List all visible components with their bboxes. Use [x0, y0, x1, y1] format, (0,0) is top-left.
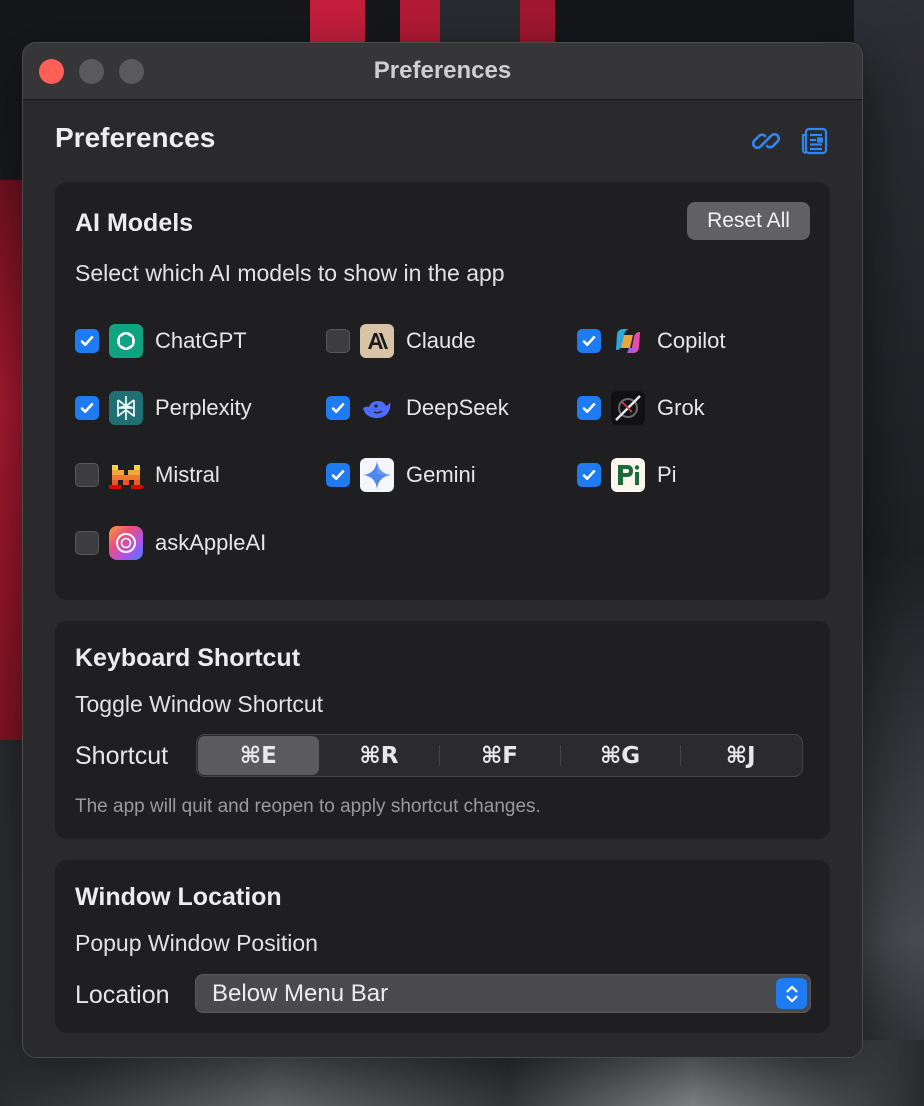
chatgpt-checkbox[interactable]	[75, 329, 99, 353]
shortcut-option-cmd-j[interactable]: ⌘J	[680, 736, 801, 775]
copilot-checkbox[interactable]	[577, 329, 601, 353]
shortcut-option-cmd-f[interactable]: ⌘F	[439, 736, 560, 775]
preferences-window: Preferences Preferences AI Models Reset …	[22, 42, 863, 1058]
claude-logo-icon	[360, 324, 394, 358]
location-select[interactable]: Below Menu Bar	[195, 974, 811, 1013]
model-copilot[interactable]: Copilot	[577, 321, 725, 361]
model-pi[interactable]: Pi	[577, 455, 677, 495]
deepseek-checkbox[interactable]	[326, 396, 350, 420]
keyboard-shortcut-title: Keyboard Shortcut	[75, 644, 301, 672]
model-claude[interactable]: Claude	[326, 321, 476, 361]
gemini-checkbox[interactable]	[326, 463, 350, 487]
model-grok[interactable]: Grok	[577, 388, 705, 428]
model-chatgpt[interactable]: ChatGPT	[75, 321, 247, 361]
askappleai-checkbox[interactable]	[75, 531, 99, 555]
askappleai-logo-icon	[109, 526, 143, 560]
shortcut-option-cmd-r[interactable]: ⌘R	[319, 736, 440, 775]
chevron-up-down-icon[interactable]	[776, 978, 807, 1009]
location-select-value: Below Menu Bar	[212, 980, 389, 1007]
shortcut-option-cmd-e[interactable]: ⌘E	[198, 736, 319, 775]
keyboard-shortcut-subtitle: Toggle Window Shortcut	[75, 691, 324, 717]
gemini-label: Gemini	[406, 462, 476, 487]
perplexity-label: Perplexity	[155, 395, 252, 420]
perplexity-checkbox[interactable]	[75, 396, 99, 420]
shortcut-label: Shortcut	[75, 742, 169, 770]
askappleai-label: askAppleAI	[155, 530, 267, 555]
page-title: Preferences	[55, 122, 216, 153]
mistral-label: Mistral	[155, 462, 220, 487]
pi-checkbox[interactable]	[577, 463, 601, 487]
shortcut-hint: The app will quit and reopen to apply sh…	[75, 796, 541, 817]
deepseek-label: DeepSeek	[406, 395, 509, 420]
reset-all-button[interactable]: Reset All	[687, 202, 810, 240]
chatgpt-label: ChatGPT	[155, 328, 247, 353]
model-askappleai[interactable]: askAppleAI	[75, 523, 266, 563]
window-location-title: Window Location	[75, 883, 282, 911]
model-mistral[interactable]: Mistral	[75, 455, 220, 495]
deepseek-logo-icon	[360, 391, 394, 425]
window-location-section: Window Location Popup Window Position Lo…	[55, 860, 830, 1033]
document-icon[interactable]	[799, 126, 829, 156]
ai-models-title: AI Models	[75, 209, 194, 237]
window-location-subtitle: Popup Window Position	[75, 930, 318, 956]
mistral-checkbox[interactable]	[75, 463, 99, 487]
perplexity-logo-icon	[109, 391, 143, 425]
model-perplexity[interactable]: Perplexity	[75, 388, 252, 428]
keyboard-shortcut-section: Keyboard Shortcut Toggle Window Shortcut…	[55, 621, 830, 839]
shortcut-segmented-control[interactable]: ⌘E ⌘R ⌘F ⌘G ⌘J	[196, 734, 803, 777]
mistral-logo-icon	[109, 458, 143, 492]
link-icon[interactable]	[751, 126, 781, 156]
chatgpt-logo-icon	[109, 324, 143, 358]
preferences-content: Preferences AI Models Reset All Select w…	[23, 100, 862, 1057]
grok-label: Grok	[657, 395, 705, 420]
shortcut-option-cmd-g[interactable]: ⌘G	[559, 736, 681, 775]
pi-label: Pi	[657, 462, 677, 487]
grok-checkbox[interactable]	[577, 396, 601, 420]
model-gemini[interactable]: Gemini	[326, 455, 476, 495]
gemini-logo-icon	[360, 458, 394, 492]
ai-models-section: AI Models Reset All Select which AI mode…	[55, 182, 830, 600]
copilot-logo-icon	[611, 324, 645, 358]
model-deepseek[interactable]: DeepSeek	[326, 388, 509, 428]
title-bar[interactable]: Preferences	[23, 43, 862, 100]
claude-checkbox[interactable]	[326, 329, 350, 353]
location-label: Location	[75, 981, 170, 1009]
pi-logo-icon	[611, 458, 645, 492]
window-title: Preferences	[373, 57, 512, 84]
claude-label: Claude	[406, 328, 476, 353]
ai-models-subtitle: Select which AI models to show in the ap…	[75, 260, 505, 286]
copilot-label: Copilot	[657, 328, 726, 353]
grok-logo-icon	[611, 391, 645, 425]
